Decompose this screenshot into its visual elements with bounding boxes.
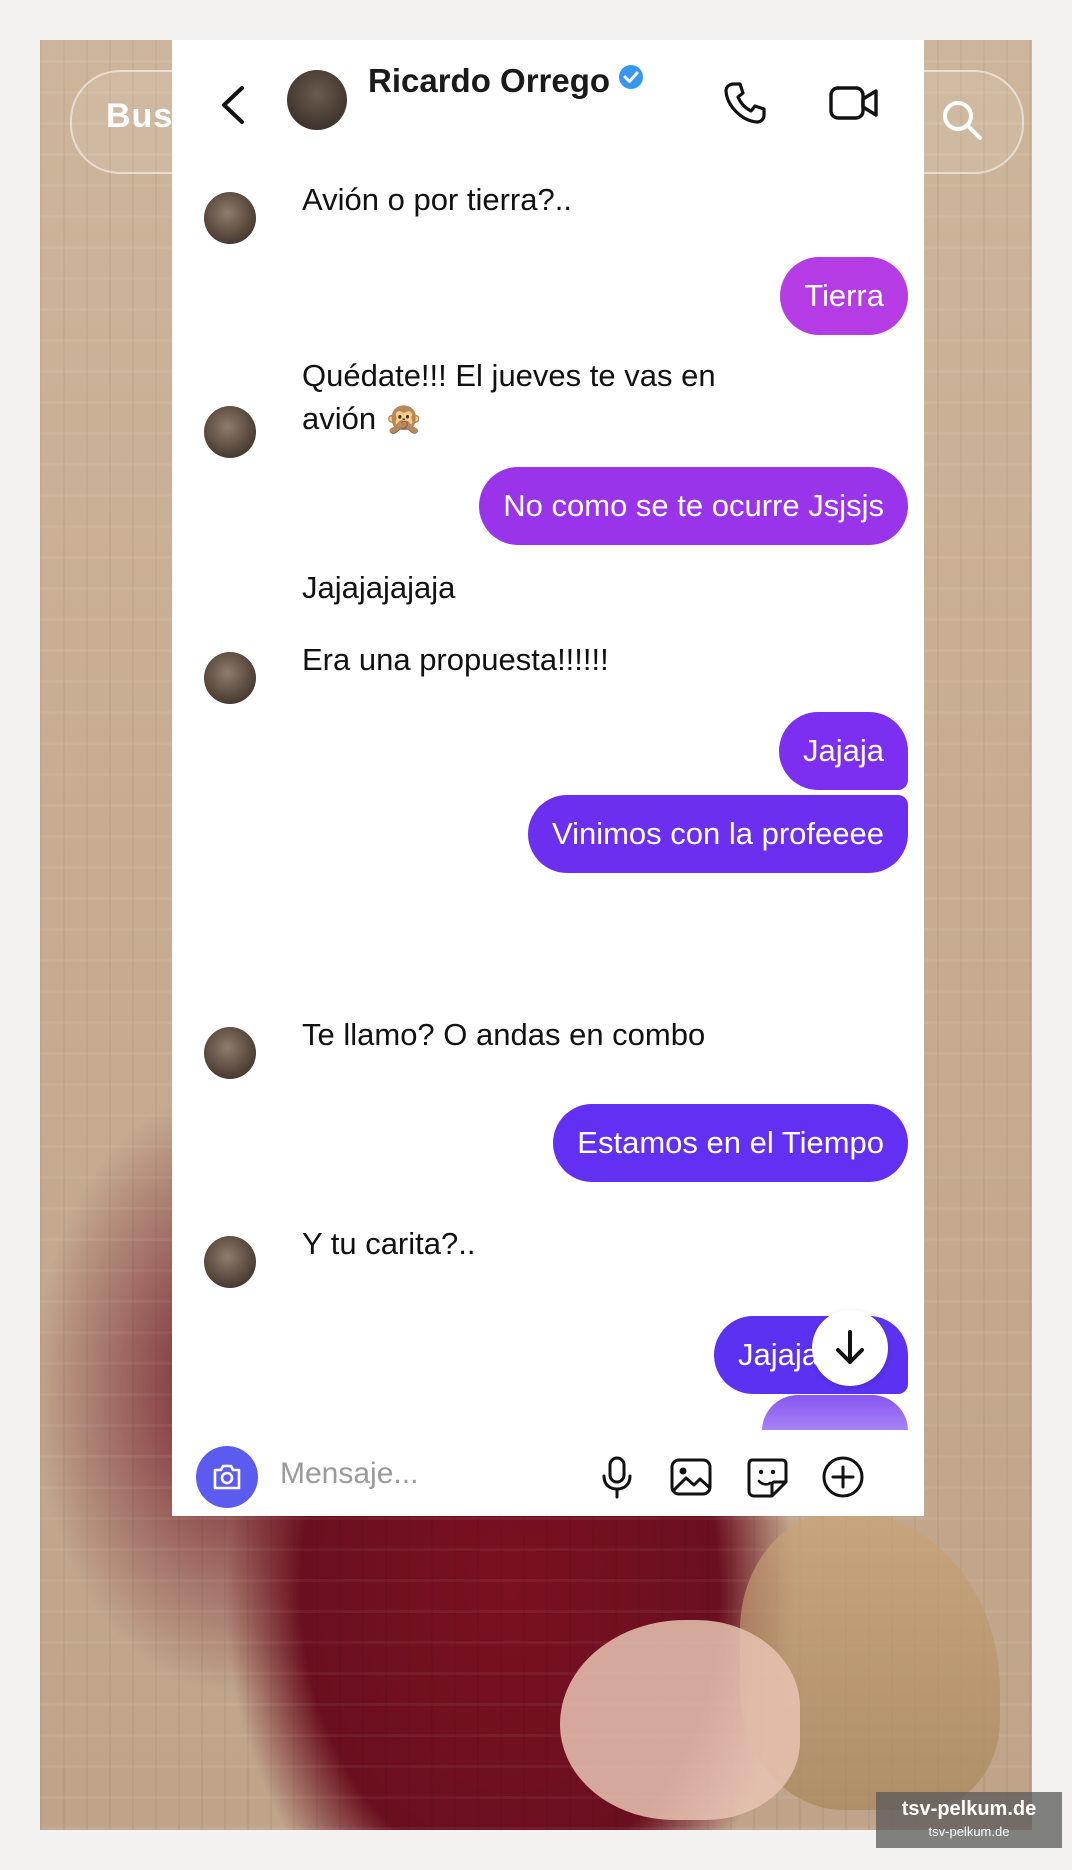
sender-avatar <box>204 1027 256 1079</box>
watermark: tsv-pelkum.de tsv-pelkum.de <box>876 1792 1062 1848</box>
sender-avatar <box>204 652 256 704</box>
plus-circle-icon[interactable] <box>820 1454 866 1500</box>
contact-name[interactable]: Ricardo Orrego <box>368 62 644 100</box>
background-hand <box>560 1620 800 1820</box>
message-outgoing: Vinimos con la profeeee <box>527 795 908 873</box>
message-input[interactable] <box>278 1456 582 1492</box>
watermark-line2: tsv-pelkum.de <box>928 1824 1010 1839</box>
message-outgoing: No como se te ocurre Jsjsjs <box>479 467 908 545</box>
verified-badge-icon <box>619 65 644 89</box>
message-incoming: Y tu carita?.. <box>302 1226 476 1261</box>
camera-icon <box>213 1464 241 1490</box>
message-outgoing: Estamos en el Tiempo <box>553 1104 908 1182</box>
search-icon <box>943 101 982 140</box>
message-outgoing: Tierra <box>780 257 908 335</box>
image-icon[interactable] <box>668 1454 714 1500</box>
message-incoming: Te llamo? O andas en combo <box>302 1017 706 1052</box>
sender-avatar <box>204 406 256 458</box>
chat-header: Ricardo Orrego <box>172 40 924 160</box>
sticker-icon[interactable] <box>744 1454 790 1500</box>
message-incoming: Quédate!!! El jueves te vas en avión 🙊 <box>302 358 716 436</box>
microphone-icon[interactable] <box>594 1454 640 1500</box>
message-incoming: Jajajajajaja <box>302 570 456 605</box>
video-camera-icon[interactable] <box>828 80 880 126</box>
phone-icon[interactable] <box>720 78 770 128</box>
message-incoming: Avión o por tierra?.. <box>302 182 572 217</box>
camera-button[interactable] <box>196 1446 258 1508</box>
scroll-to-bottom-button[interactable] <box>812 1310 888 1386</box>
contact-avatar[interactable] <box>287 70 347 130</box>
message-outgoing: Jajaja <box>779 712 908 790</box>
message-incoming: Era una propuesta!!!!!! <box>302 642 609 677</box>
sender-avatar <box>204 1236 256 1288</box>
sender-avatar <box>204 192 256 244</box>
message-composer <box>172 1430 924 1516</box>
chat-screenshot: Ricardo Orrego Avión o por tierra?.. Tie… <box>172 40 924 1516</box>
background-search-label: Bus <box>106 97 174 135</box>
arrow-down-icon <box>836 1330 864 1364</box>
chevron-left-icon[interactable] <box>212 80 256 130</box>
watermark-line1: tsv-pelkum.de <box>901 1798 1037 1820</box>
